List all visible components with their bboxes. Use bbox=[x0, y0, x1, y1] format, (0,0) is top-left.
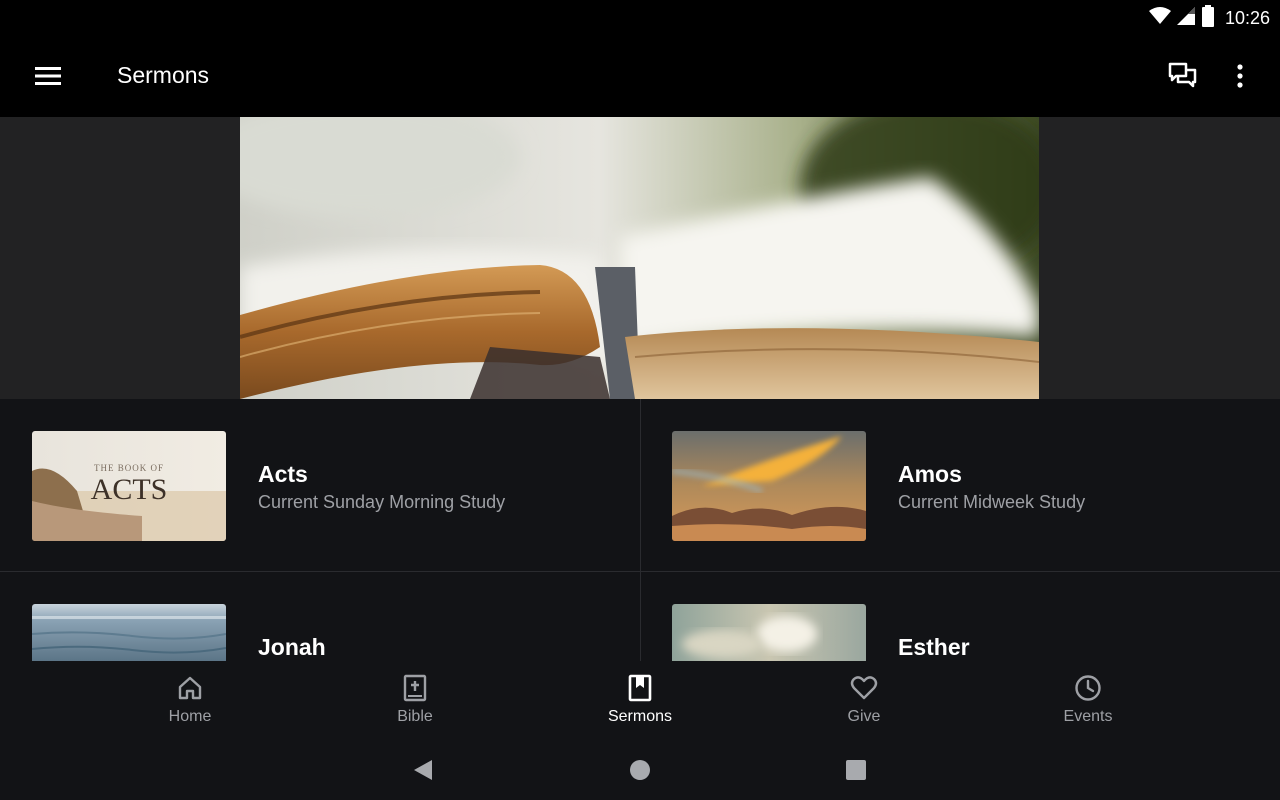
home-icon bbox=[175, 673, 205, 703]
nav-label: Sermons bbox=[607, 708, 673, 725]
bottom-navigation: Home Bible Sermons Give Events bbox=[0, 661, 1280, 743]
square-recents-icon bbox=[846, 760, 866, 780]
chat-icon bbox=[1168, 62, 1197, 88]
status-bar: 10:26 bbox=[0, 0, 1280, 34]
series-card-jonah[interactable]: Jonah bbox=[0, 572, 640, 661]
status-icons: 10:26 bbox=[1148, 5, 1270, 32]
chat-button[interactable] bbox=[1163, 56, 1203, 96]
menu-icon bbox=[35, 67, 61, 85]
nav-events[interactable]: Events bbox=[1018, 661, 1158, 743]
series-thumbnail-jonah bbox=[32, 604, 226, 661]
nav-label: Give bbox=[847, 708, 881, 725]
recents-button[interactable] bbox=[841, 755, 871, 785]
back-icon bbox=[414, 760, 432, 780]
status-time: 10:26 bbox=[1224, 8, 1270, 28]
series-thumbnail-acts: THE BOOK OF ACTS bbox=[32, 431, 226, 541]
page-title: Sermons bbox=[117, 62, 210, 88]
series-thumbnail-amos bbox=[672, 431, 866, 541]
thumb-text-small: THE BOOK OF bbox=[94, 463, 164, 473]
series-subtitle: Current Sunday Morning Study bbox=[258, 492, 506, 512]
sermon-series-list: THE BOOK OF ACTS Acts Current Sunday Mor… bbox=[0, 399, 1280, 661]
hero-image bbox=[240, 117, 1039, 399]
nav-bible[interactable]: Bible bbox=[345, 661, 485, 743]
hero-banner bbox=[0, 117, 1280, 399]
nav-label: Home bbox=[168, 708, 212, 725]
series-title: Acts bbox=[258, 461, 308, 487]
back-button[interactable] bbox=[408, 755, 438, 785]
series-title: Esther bbox=[898, 634, 970, 660]
series-title: Jonah bbox=[258, 634, 326, 660]
series-subtitle: Current Midweek Study bbox=[898, 492, 1086, 512]
series-thumbnail-esther bbox=[672, 604, 866, 661]
series-card-esther[interactable]: Esther bbox=[640, 572, 1280, 661]
circle-home-icon bbox=[630, 760, 650, 780]
battery-icon bbox=[1201, 5, 1215, 32]
heart-icon bbox=[849, 673, 879, 703]
more-options-button[interactable] bbox=[1220, 56, 1260, 96]
nav-home[interactable]: Home bbox=[120, 661, 260, 743]
system-navigation-bar bbox=[0, 743, 1280, 800]
bible-icon bbox=[400, 673, 430, 703]
more-vert-icon bbox=[1237, 64, 1243, 88]
clock-icon bbox=[1073, 673, 1103, 703]
series-card-acts[interactable]: THE BOOK OF ACTS Acts Current Sunday Mor… bbox=[0, 399, 640, 571]
nav-label: Bible bbox=[397, 708, 433, 725]
nav-label: Events bbox=[1063, 708, 1113, 725]
series-card-amos[interactable]: Amos Current Midweek Study bbox=[640, 399, 1280, 571]
menu-button[interactable] bbox=[28, 56, 68, 96]
thumb-text-big: ACTS bbox=[91, 473, 168, 506]
series-title: Amos bbox=[898, 461, 962, 487]
home-system-button[interactable] bbox=[625, 755, 655, 785]
signal-icon bbox=[1176, 7, 1195, 30]
nav-give[interactable]: Give bbox=[794, 661, 934, 743]
nav-sermons[interactable]: Sermons bbox=[570, 661, 710, 743]
wifi-icon bbox=[1148, 7, 1171, 30]
app-bar: Sermons bbox=[0, 34, 1280, 117]
bookmark-book-icon bbox=[625, 673, 655, 703]
